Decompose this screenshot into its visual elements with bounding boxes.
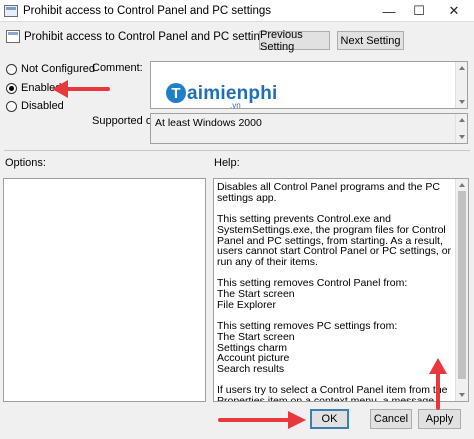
radio-not-configured[interactable]: Not Configured: [6, 63, 95, 75]
comment-scrollbar[interactable]: [455, 62, 467, 108]
radio-disabled-label: Disabled: [21, 100, 64, 112]
options-pane: [3, 178, 206, 402]
annotation-arrow-apply: [429, 358, 447, 410]
ok-button[interactable]: OK: [310, 409, 349, 429]
minimize-button[interactable]: —: [374, 0, 404, 22]
title-bar: Prohibit access to Control Panel and PC …: [0, 0, 474, 22]
scroll-down-icon[interactable]: [459, 100, 465, 104]
help-scrollbar[interactable]: [455, 179, 468, 401]
watermark-text: aimienphi: [187, 82, 278, 104]
supported-on-value: At least Windows 2000: [155, 117, 262, 129]
window-title: Prohibit access to Control Panel and PC …: [23, 4, 272, 17]
watermark-domain: .vn: [230, 101, 241, 110]
radio-disabled-circle[interactable]: [6, 100, 17, 112]
supported-on-field: At least Windows 2000: [150, 113, 468, 144]
supported-scrollbar[interactable]: [455, 114, 467, 143]
help-paragraph: Disables all Control Panel programs and …: [217, 181, 440, 204]
scroll-up-icon[interactable]: [459, 66, 465, 70]
scroll-up-icon[interactable]: [459, 118, 465, 122]
watermark-mark: T: [166, 83, 186, 103]
help-text: Disables all Control Panel programs and …: [217, 181, 453, 402]
maximize-button[interactable]: ☐: [404, 0, 434, 22]
scroll-down-icon[interactable]: [459, 135, 465, 139]
comment-label: Comment:: [92, 62, 143, 74]
radio-enabled-circle[interactable]: [6, 82, 17, 94]
policy-window-icon: [4, 4, 18, 17]
window-controls: — ☐ ✕: [374, 0, 474, 22]
policy-title: Prohibit access to Control Panel and PC …: [24, 31, 273, 43]
help-paragraph: This setting prevents Control.exe and Sy…: [217, 213, 452, 268]
apply-button[interactable]: Apply: [418, 409, 461, 429]
previous-setting-button[interactable]: Previous Setting: [259, 29, 330, 53]
scroll-down-icon[interactable]: [459, 393, 465, 397]
watermark-logo: T aimienphi: [166, 83, 277, 103]
annotation-arrow-ok: [218, 411, 306, 429]
radio-not-configured-circle[interactable]: [6, 63, 17, 75]
cancel-button[interactable]: Cancel: [370, 409, 412, 429]
options-label: Options:: [5, 157, 46, 169]
section-divider: [4, 150, 470, 151]
radio-not-configured-label: Not Configured: [21, 63, 95, 75]
scroll-up-icon[interactable]: [459, 183, 465, 187]
help-paragraph: This setting removes PC settings from: T…: [217, 320, 398, 375]
radio-disabled[interactable]: Disabled: [6, 100, 64, 112]
policy-setting-icon: [6, 30, 20, 43]
next-setting-button[interactable]: Next Setting: [337, 31, 404, 50]
help-paragraph: This setting removes Control Panel from:…: [217, 277, 408, 311]
annotation-arrow-enabled: [52, 80, 110, 98]
scroll-thumb[interactable]: [458, 191, 466, 379]
help-label: Help:: [214, 157, 240, 169]
help-paragraph: If users try to select a Control Panel i…: [217, 384, 448, 402]
close-button[interactable]: ✕: [434, 0, 474, 22]
